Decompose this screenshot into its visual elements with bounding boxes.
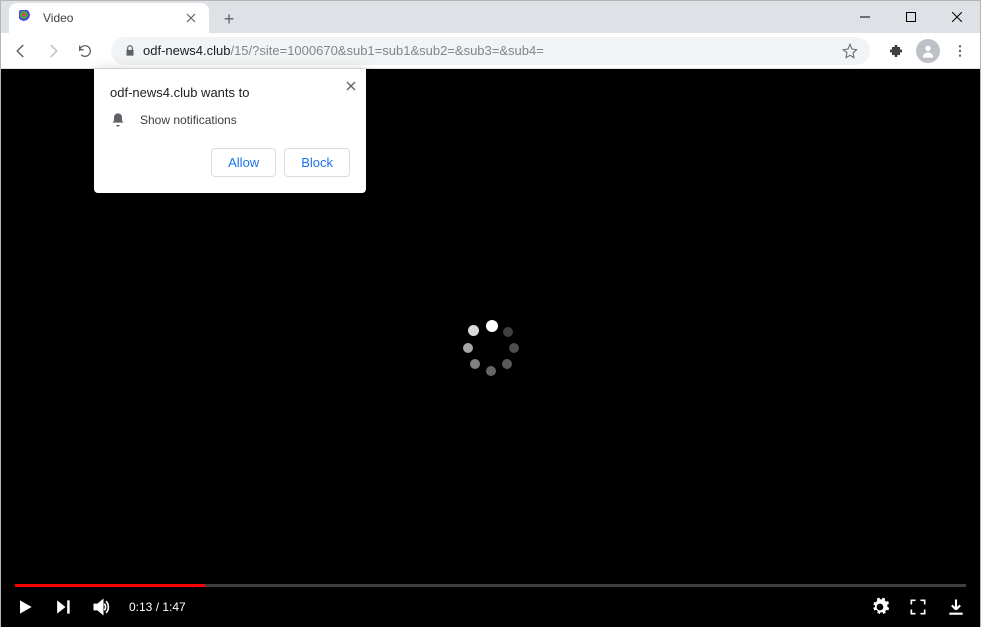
address-bar[interactable]: odf-news4.club/15/?site=1000670&sub1=sub… [111,37,870,65]
settings-button[interactable] [870,597,890,617]
url-text: odf-news4.club/15/?site=1000670&sub1=sub… [143,43,544,58]
maximize-button[interactable] [888,1,934,33]
notification-permission-prompt: odf-news4.club wants to Show notificatio… [94,69,366,193]
fullscreen-button[interactable] [908,597,928,617]
page-content: odf-news4.club wants to Show notificatio… [1,69,980,627]
prompt-title: odf-news4.club wants to [110,85,350,100]
next-button[interactable] [53,597,73,617]
reload-button[interactable] [71,37,99,65]
allow-button[interactable]: Allow [211,148,276,177]
prompt-close-icon[interactable] [346,79,356,95]
minimize-button[interactable] [842,1,888,33]
tab-favicon [19,10,35,26]
lock-icon [123,44,137,58]
browser-tab[interactable]: Video [9,3,209,33]
new-tab-button[interactable]: + [215,5,243,33]
play-button[interactable] [15,597,35,617]
browser-toolbar: odf-news4.club/15/?site=1000670&sub1=sub… [1,33,980,69]
prompt-capability: Show notifications [140,113,237,127]
video-controls: 0:13 / 1:47 [1,587,980,627]
tab-title: Video [43,11,183,25]
bookmark-star-icon[interactable] [842,43,858,59]
tab-close-icon[interactable] [183,10,199,26]
volume-button[interactable] [91,597,111,617]
profile-button[interactable] [914,37,942,65]
extensions-button[interactable] [882,37,910,65]
video-time: 0:13 / 1:47 [129,600,186,614]
forward-button[interactable] [39,37,67,65]
block-button[interactable]: Block [284,148,350,177]
avatar-icon [916,39,940,63]
download-button[interactable] [946,597,966,617]
back-button[interactable] [7,37,35,65]
loading-spinner [463,320,519,376]
menu-button[interactable] [946,37,974,65]
close-window-button[interactable] [934,1,980,33]
bell-icon [110,112,126,128]
window-titlebar: Video + [1,1,980,33]
window-controls [842,1,980,33]
